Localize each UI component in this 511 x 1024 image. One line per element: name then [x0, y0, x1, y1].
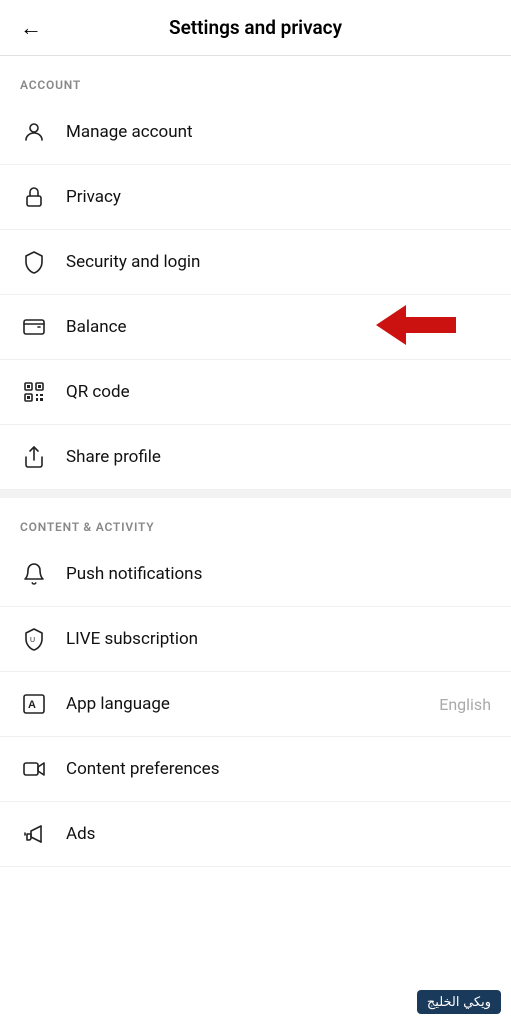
qr-code-item[interactable]: QR code — [0, 360, 511, 425]
watermark: ويكي الخليج — [417, 990, 501, 1014]
live-subscription-label: LIVE subscription — [66, 629, 491, 649]
section-divider — [0, 490, 511, 498]
app-language-value: English — [439, 695, 491, 714]
app-language-label: App language — [66, 694, 439, 714]
manage-account-item[interactable]: Manage account — [0, 100, 511, 165]
megaphone-icon — [20, 820, 48, 848]
content-activity-section: CONTENT & ACTIVITY Push notifications U … — [0, 498, 511, 867]
account-section-label: ACCOUNT — [0, 56, 511, 100]
person-icon — [20, 118, 48, 146]
page-title: Settings and privacy — [169, 16, 342, 39]
privacy-item[interactable]: Privacy — [0, 165, 511, 230]
push-notifications-label: Push notifications — [66, 564, 491, 584]
push-notifications-item[interactable]: Push notifications — [0, 542, 511, 607]
red-arrow-indicator — [376, 303, 456, 351]
lock-icon — [20, 183, 48, 211]
header: ← Settings and privacy — [0, 0, 511, 56]
ads-item[interactable]: Ads — [0, 802, 511, 867]
share-profile-label: Share profile — [66, 447, 491, 467]
manage-account-label: Manage account — [66, 122, 491, 142]
content-preferences-item[interactable]: Content preferences — [0, 737, 511, 802]
svg-text:U: U — [30, 637, 35, 644]
qr-icon — [20, 378, 48, 406]
qr-code-label: QR code — [66, 382, 491, 402]
video-icon — [20, 755, 48, 783]
security-login-item[interactable]: Security and login — [0, 230, 511, 295]
balance-item[interactable]: Balance — [0, 295, 511, 360]
app-language-item[interactable]: A App language English — [0, 672, 511, 737]
shield-live-icon: U — [20, 625, 48, 653]
bell-icon — [20, 560, 48, 588]
security-login-label: Security and login — [66, 252, 491, 272]
wallet-icon — [20, 313, 48, 341]
share-profile-item[interactable]: Share profile — [0, 425, 511, 490]
content-activity-section-label: CONTENT & ACTIVITY — [0, 498, 511, 542]
font-icon: A — [20, 690, 48, 718]
account-section: ACCOUNT Manage account Privacy Security … — [0, 56, 511, 490]
svg-text:A: A — [28, 699, 36, 711]
ads-label: Ads — [66, 824, 491, 844]
content-preferences-label: Content preferences — [66, 759, 491, 779]
shield-icon — [20, 248, 48, 276]
privacy-label: Privacy — [66, 187, 491, 207]
live-subscription-item[interactable]: U LIVE subscription — [0, 607, 511, 672]
back-button[interactable]: ← — [20, 15, 42, 41]
share-icon — [20, 443, 48, 471]
